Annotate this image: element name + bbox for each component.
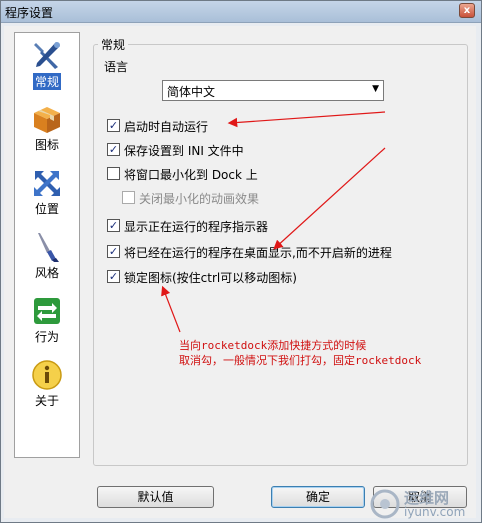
checkbox-box[interactable]: ✓ xyxy=(107,219,120,232)
language-select-value: 简体中文 xyxy=(167,85,216,99)
annotation-line-1: 当向rocketdock添加快捷方式的时候 xyxy=(179,339,367,352)
sidebar-item-label: 行为 xyxy=(34,330,59,344)
group-title: 常规 xyxy=(98,36,129,53)
sidebar-item-icons[interactable]: 图标 xyxy=(17,101,77,161)
move-arrows-icon xyxy=(34,171,60,196)
info-icon xyxy=(32,360,62,390)
watermark-text-bottom: iyunv.com xyxy=(404,505,466,519)
category-sidebar: 常规 图标 位置 风格 行为 关于 xyxy=(14,32,80,458)
sidebar-item-general[interactable]: 常规 xyxy=(17,37,77,97)
sidebar-item-about[interactable]: 关于 xyxy=(17,357,77,417)
checkbox-label: 关闭最小化的动画效果 xyxy=(139,192,260,206)
sidebar-item-label: 风格 xyxy=(34,266,59,280)
checkbox-box[interactable] xyxy=(122,191,135,204)
defaults-button[interactable]: 默认值 xyxy=(97,486,214,508)
sidebar-item-position[interactable]: 位置 xyxy=(17,165,77,225)
sidebar-item-label: 常规 xyxy=(32,73,61,90)
annotation-note: 当向rocketdock添加快捷方式的时候 取消勾，一般情况下我们打勾，固定ro… xyxy=(179,338,421,368)
checkbox-label: 启动时自动运行 xyxy=(124,120,209,134)
dropdown-arrow-icon: ▼ xyxy=(372,84,379,94)
sidebar-item-style[interactable]: 风格 xyxy=(17,229,77,289)
window-title: 程序设置 xyxy=(5,6,54,20)
language-select[interactable]: 简体中文 ▼ xyxy=(162,80,384,101)
sidebar-item-label: 图标 xyxy=(34,138,59,152)
checkbox-label: 将窗口最小化到 Dock 上 xyxy=(124,168,258,182)
ok-button[interactable]: 确定 xyxy=(271,486,365,508)
brush-icon xyxy=(38,233,59,262)
checkbox-label: 显示正在运行的程序指示器 xyxy=(124,220,269,234)
title-bar[interactable]: 程序设置 x xyxy=(1,1,481,23)
checkbox-box[interactable]: ✓ xyxy=(107,245,120,258)
sidebar-item-label: 关于 xyxy=(34,394,59,408)
annotation-line-2: 取消勾，一般情况下我们打勾，固定rocketdock xyxy=(179,354,422,367)
sidebar-item-label: 位置 xyxy=(34,202,59,216)
sidebar-item-behavior[interactable]: 行为 xyxy=(17,293,77,353)
checkbox-box[interactable]: ✓ xyxy=(107,119,120,132)
checkbox-label: 保存设置到 INI 文件中 xyxy=(124,144,244,158)
checkbox-label: 将已经在运行的程序在桌面显示,而不开启新的进程 xyxy=(124,246,392,260)
tools-icon xyxy=(34,42,60,69)
watermark-logo-icon xyxy=(370,489,400,519)
watermark: 运维网 iyunv.com xyxy=(368,485,480,523)
language-label: 语言 xyxy=(104,60,129,74)
box-icon xyxy=(34,107,60,133)
checkbox-box[interactable] xyxy=(107,167,120,180)
swap-arrows-icon xyxy=(34,298,60,324)
checkbox-label: 锁定图标(按住ctrl可以移动图标) xyxy=(124,271,297,285)
close-button[interactable]: x xyxy=(459,3,475,18)
checkbox-box[interactable]: ✓ xyxy=(107,143,120,156)
checkbox-box[interactable]: ✓ xyxy=(107,270,120,283)
